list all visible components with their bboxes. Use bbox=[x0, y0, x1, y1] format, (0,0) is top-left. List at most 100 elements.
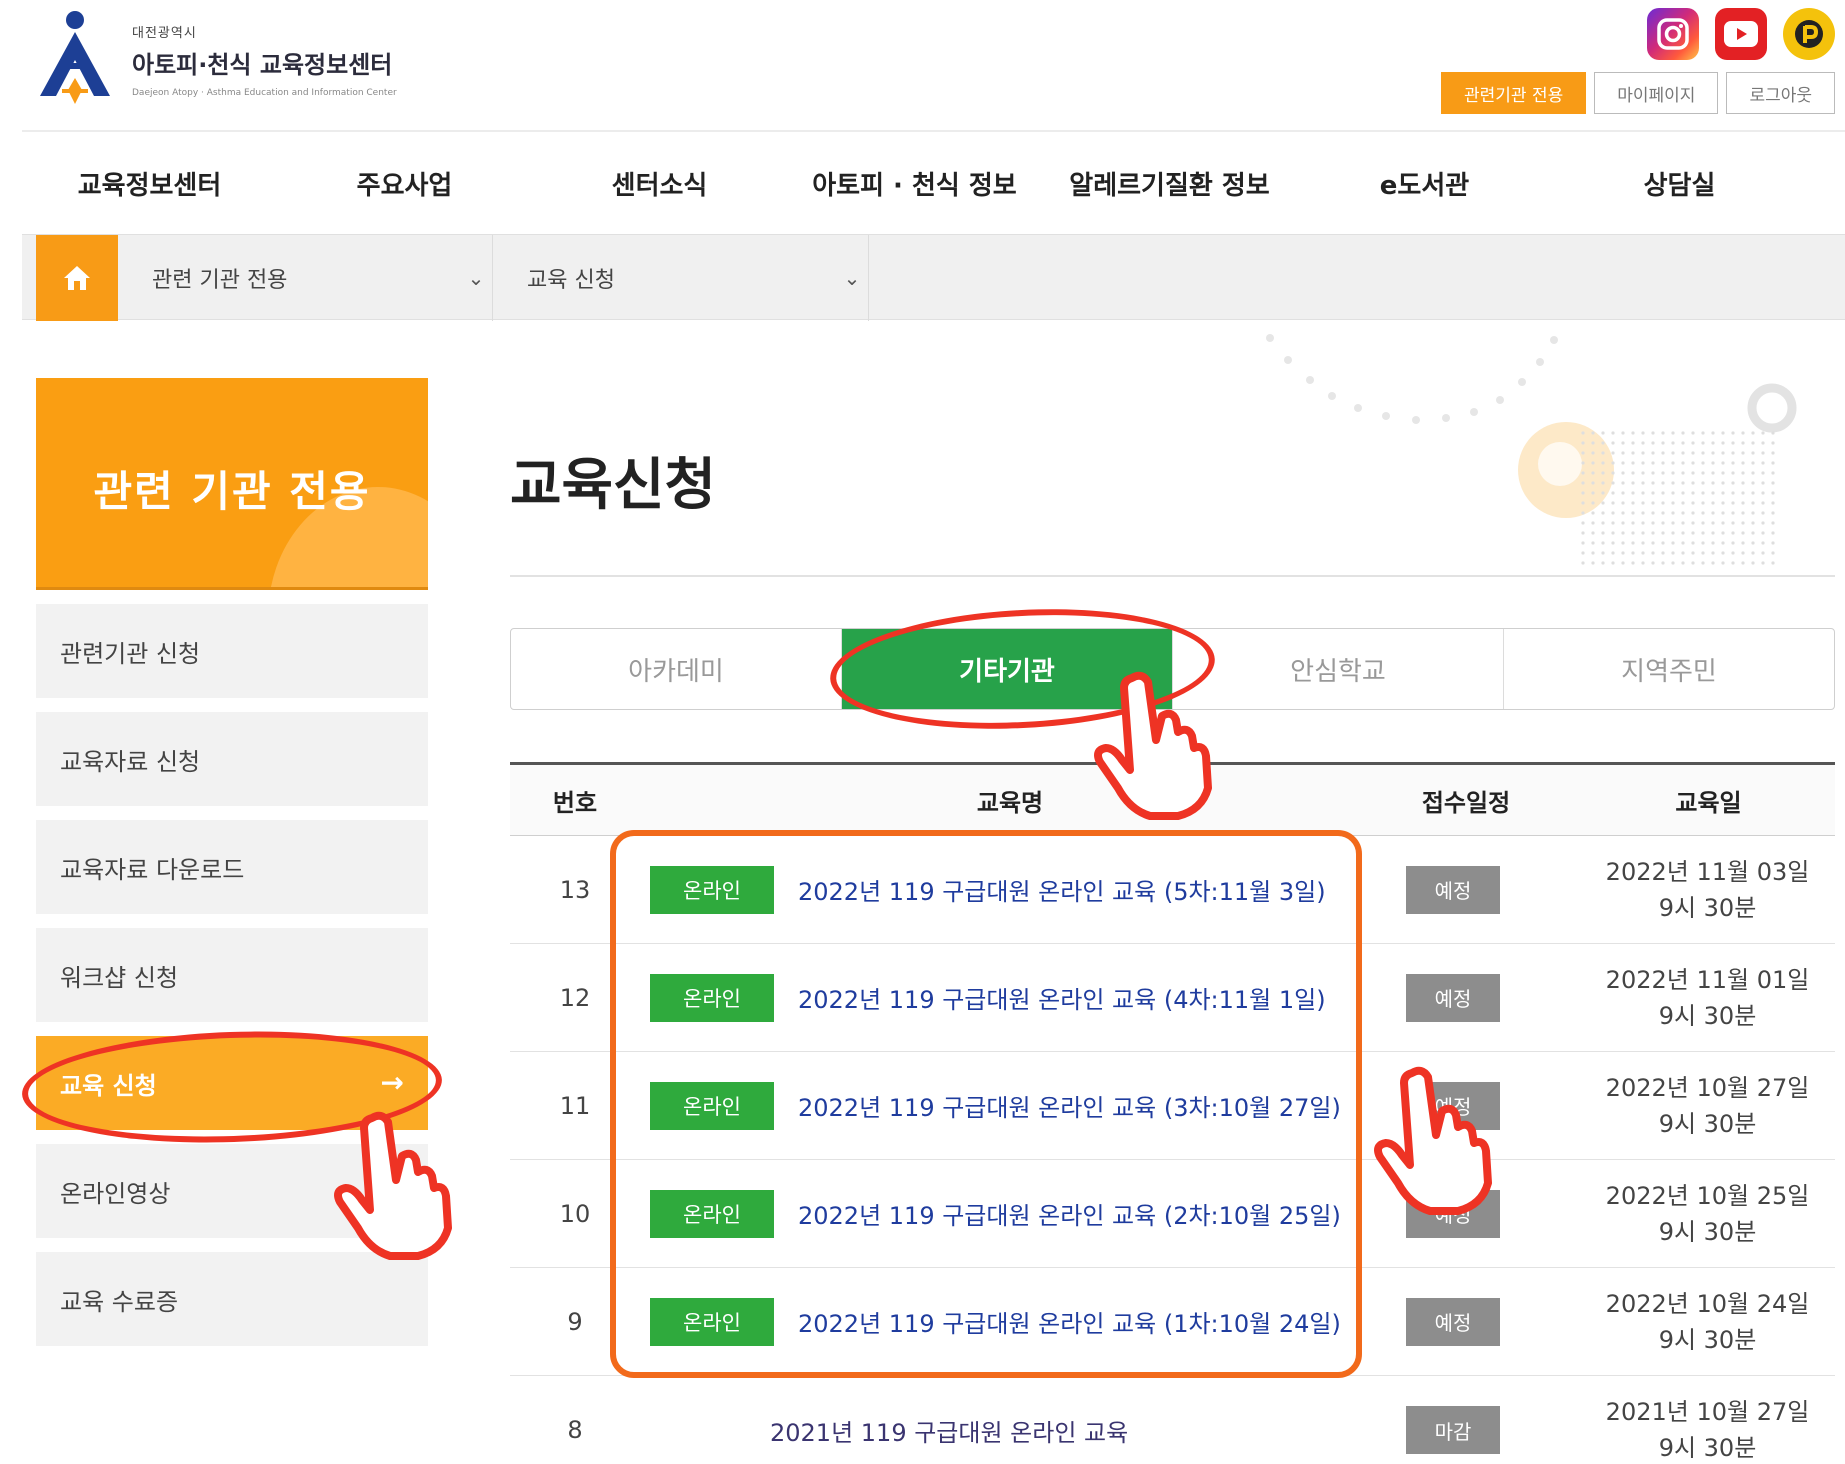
sidebar-item-label: 교육 신청 bbox=[60, 1071, 157, 1100]
education-link[interactable]: 2022년 119 구급대원 온라인 교육 (5차:11월 3일) bbox=[798, 872, 1326, 907]
sidebar-item-label: 교육자료 다운로드 bbox=[60, 855, 245, 884]
edu-time: 9시 30분 bbox=[1658, 893, 1757, 922]
logo-title: 아토피·천식 교육정보센터 bbox=[132, 51, 393, 79]
edu-time: 9시 30분 bbox=[1658, 1217, 1757, 1246]
sidebar-item-related-org-apply[interactable]: 관련기관 신청 bbox=[36, 604, 428, 698]
nav-allergy-info[interactable]: 알레르기질환 정보 bbox=[1042, 165, 1297, 202]
edu-date: 2021년 10월 27일 bbox=[1605, 1398, 1810, 1426]
sns-links bbox=[1647, 8, 1835, 60]
sidebar-item-material-apply[interactable]: 교육자료 신청 bbox=[36, 712, 428, 806]
tab-other-institutions[interactable]: 기타기관 bbox=[842, 629, 1173, 709]
row-number: 9 bbox=[567, 1307, 583, 1336]
decorative-graphic bbox=[1266, 334, 1797, 570]
home-button[interactable] bbox=[36, 235, 118, 321]
online-badge: 온라인 bbox=[650, 865, 774, 914]
sidebar-title: 관련 기관 전용 bbox=[93, 467, 371, 516]
row-reception-cell: 예정 bbox=[1380, 1297, 1500, 1346]
edu-date: 2022년 10월 24일 bbox=[1605, 1289, 1810, 1318]
nav-counseling[interactable]: 상담실 bbox=[1552, 165, 1807, 202]
location-level2-label: 교육 신청 bbox=[527, 268, 615, 293]
sidebar-item-certificate[interactable]: 교육 수료증 bbox=[36, 1252, 428, 1346]
edu-date: 2022년 11월 01일 bbox=[1605, 965, 1810, 994]
table-row: 9 온라인 2022년 119 구급대원 온라인 교육 (1차:10월 24일)… bbox=[510, 1268, 1835, 1376]
table-row: 8 2021년 119 구급대원 온라인 교육 마감 2021년 10월 27일… bbox=[510, 1376, 1835, 1464]
edu-time: 9시 30분 bbox=[1658, 1109, 1757, 1138]
nav-e-library[interactable]: e도서관 bbox=[1297, 165, 1552, 202]
sidebar-item-education-apply[interactable]: 교육 신청 → bbox=[36, 1036, 428, 1130]
tab-academy[interactable]: 아카데미 bbox=[511, 629, 842, 709]
online-badge: 온라인 bbox=[650, 1081, 774, 1130]
tab-local-residents[interactable]: 지역주민 bbox=[1504, 629, 1834, 709]
page-title: 교육신청 bbox=[510, 453, 717, 518]
online-badge: 온라인 bbox=[650, 973, 774, 1022]
row-edu-date: 2022년 10월 25일 9시 30분 bbox=[1500, 1178, 1835, 1250]
education-link[interactable]: 2022년 119 구급대원 온라인 교육 (3차:10월 27일) bbox=[798, 1088, 1341, 1123]
mypage-link[interactable]: 마이페이지 bbox=[1594, 72, 1719, 114]
education-link[interactable]: 2022년 119 구급대원 온라인 교육 (4차:11월 1일) bbox=[798, 980, 1326, 1015]
online-badge: 온라인 bbox=[650, 1189, 774, 1238]
instagram-icon[interactable] bbox=[1647, 8, 1699, 60]
col-reception: 접수일정 bbox=[1421, 788, 1511, 817]
education-table: 번호 교육명 접수일정 교육일 13 온라인 2022년 119 구급대원 온라… bbox=[510, 762, 1835, 1464]
status-badge: 예정 bbox=[1406, 973, 1500, 1022]
table-row: 10 온라인 2022년 119 구급대원 온라인 교육 (2차:10월 25일… bbox=[510, 1160, 1835, 1268]
table-row: 11 온라인 2022년 119 구급대원 온라인 교육 (3차:10월 27일… bbox=[510, 1052, 1835, 1160]
col-edu-date: 교육일 bbox=[1675, 788, 1742, 817]
row-number: 8 bbox=[567, 1416, 583, 1444]
status-badge: 예정 bbox=[1406, 1081, 1500, 1130]
row-edu-date: 2022년 10월 27일 9시 30분 bbox=[1500, 1070, 1835, 1142]
edu-date: 2022년 11월 03일 bbox=[1605, 857, 1810, 886]
logout-link[interactable]: 로그아웃 bbox=[1726, 72, 1835, 114]
kakao-icon[interactable] bbox=[1783, 8, 1835, 60]
sidebar-header: 관련 기관 전용 bbox=[36, 378, 428, 590]
home-icon bbox=[64, 266, 90, 290]
sidebar-item-label: 온라인영상 bbox=[60, 1179, 171, 1208]
sidebar-item-label: 교육자료 신청 bbox=[60, 747, 201, 776]
row-title-cell: 온라인 2022년 119 구급대원 온라인 교육 (4차:11월 1일) bbox=[640, 973, 1380, 1022]
sidebar-item-online-video[interactable]: 온라인영상 bbox=[36, 1144, 428, 1238]
youtube-icon[interactable] bbox=[1715, 8, 1767, 60]
nav-main-business[interactable]: 주요사업 bbox=[277, 165, 532, 202]
row-reception-cell: 마감 bbox=[1380, 1406, 1500, 1454]
row-reception-cell: 예정 bbox=[1380, 1189, 1500, 1238]
logo-text[interactable]: 대전광역시 아토피·천식 교육정보센터 Daejeon Atopy · Asth… bbox=[132, 22, 397, 98]
education-link[interactable]: 2022년 119 구급대원 온라인 교육 (2차:10월 25일) bbox=[798, 1196, 1341, 1231]
education-link[interactable]: 2021년 119 구급대원 온라인 교육 bbox=[770, 1413, 1128, 1448]
row-edu-date: 2022년 11월 03일 9시 30분 bbox=[1500, 854, 1835, 926]
education-link[interactable]: 2022년 119 구급대원 온라인 교육 (1차:10월 24일) bbox=[798, 1304, 1341, 1339]
online-badge: 온라인 bbox=[650, 1297, 774, 1346]
location-select-level1[interactable]: 관련 기관 전용 ⌄ bbox=[118, 235, 493, 321]
row-title-cell: 온라인 2022년 119 구급대원 온라인 교육 (2차:10월 25일) bbox=[640, 1189, 1380, 1238]
nav-education-center[interactable]: 교육정보센터 bbox=[22, 165, 277, 202]
site-logo[interactable] bbox=[30, 8, 120, 108]
status-badge: 마감 bbox=[1406, 1406, 1500, 1454]
row-title-cell: 2021년 119 구급대원 온라인 교육 bbox=[640, 1413, 1380, 1448]
sidebar-menu: 관련기관 신청 교육자료 신청 교육자료 다운로드 워크샵 신청 교육 신청 →… bbox=[36, 604, 428, 1360]
edu-time: 9시 30분 bbox=[1658, 1001, 1757, 1030]
category-tabs: 아카데미 기타기관 안심학교 지역주민 bbox=[510, 628, 1835, 710]
location-bar: 관련 기관 전용 ⌄ 교육 신청 ⌄ bbox=[22, 234, 1845, 321]
arrow-right-icon: → bbox=[380, 1066, 404, 1099]
col-title: 교육명 bbox=[976, 788, 1044, 817]
row-title-cell: 온라인 2022년 119 구급대원 온라인 교육 (3차:10월 27일) bbox=[640, 1081, 1380, 1130]
sidebar-item-label: 관련기관 신청 bbox=[60, 639, 201, 668]
sidebar-item-workshop-apply[interactable]: 워크샵 신청 bbox=[36, 928, 428, 1022]
col-number: 번호 bbox=[552, 788, 598, 817]
edu-time: 9시 30분 bbox=[1658, 1325, 1757, 1354]
nav-atopy-asthma-info[interactable]: 아토피 · 천식 정보 bbox=[787, 165, 1042, 202]
title-divider bbox=[510, 575, 1835, 577]
sidebar-item-label: 교육 수료증 bbox=[60, 1287, 179, 1316]
row-edu-date: 2022년 11월 01일 9시 30분 bbox=[1500, 962, 1835, 1034]
row-edu-date: 2022년 10월 24일 9시 30분 bbox=[1500, 1286, 1835, 1358]
tab-safe-school[interactable]: 안심학교 bbox=[1173, 629, 1504, 709]
row-reception-cell: 예정 bbox=[1380, 973, 1500, 1022]
related-org-link[interactable]: 관련기관 전용 bbox=[1440, 72, 1587, 114]
location-select-level2[interactable]: 교육 신청 ⌄ bbox=[493, 235, 869, 321]
main-navigation: 교육정보센터 주요사업 센터소식 아토피 · 천식 정보 알레르기질환 정보 e… bbox=[22, 132, 1845, 234]
nav-center-news[interactable]: 센터소식 bbox=[532, 165, 787, 202]
table-row: 12 온라인 2022년 119 구급대원 온라인 교육 (4차:11월 1일)… bbox=[510, 944, 1835, 1052]
status-badge: 예정 bbox=[1406, 865, 1500, 914]
sidebar-item-material-download[interactable]: 교육자료 다운로드 bbox=[36, 820, 428, 914]
edu-date: 2022년 10월 27일 bbox=[1605, 1073, 1810, 1102]
table-row: 13 온라인 2022년 119 구급대원 온라인 교육 (5차:11월 3일)… bbox=[510, 836, 1835, 944]
